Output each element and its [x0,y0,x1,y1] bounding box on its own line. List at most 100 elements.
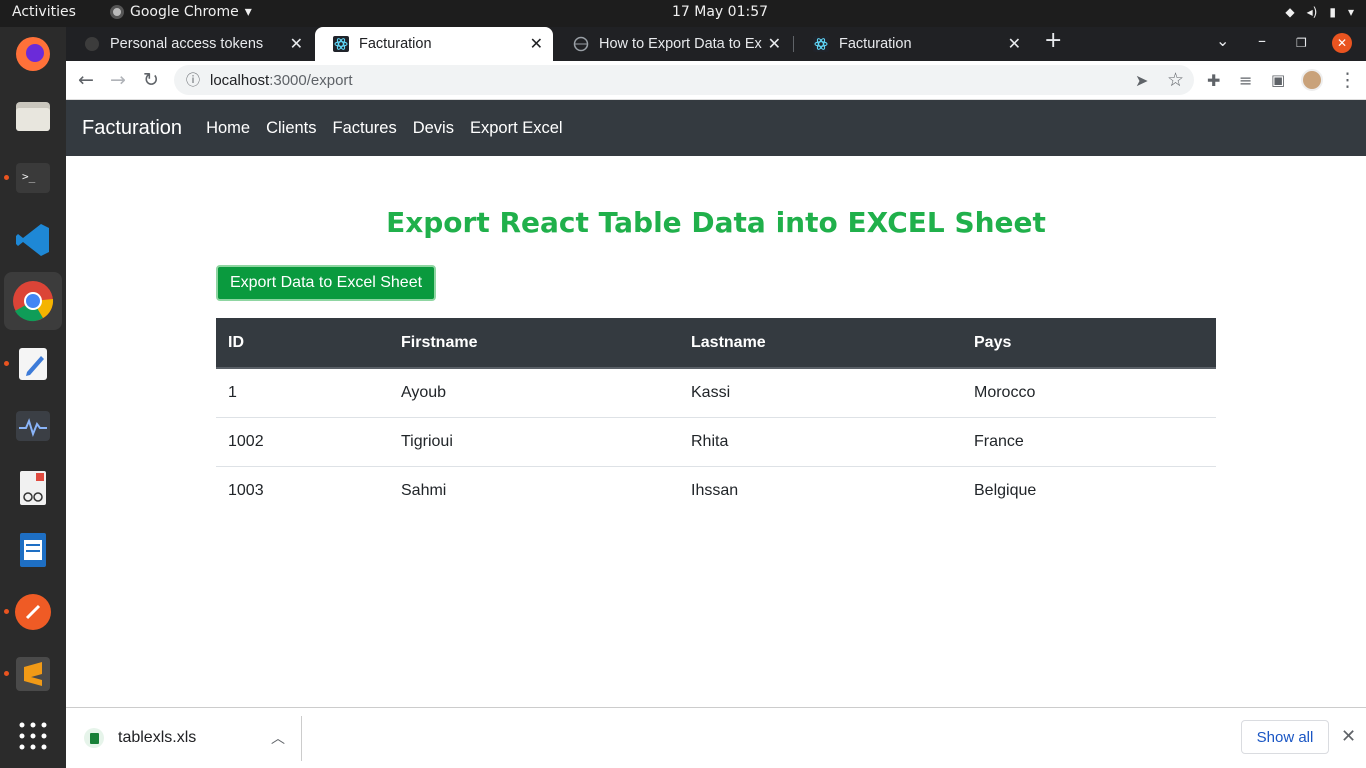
download-divider [301,716,302,761]
more-menu-icon[interactable]: ⋮ [1338,69,1357,91]
minimize-button[interactable]: – [1258,31,1266,50]
url-path: :3000/export [269,71,353,89]
close-icon[interactable]: ✕ [768,34,781,54]
cell-lastname: Kassi [679,368,962,418]
volume-icon: ◂) [1306,5,1318,19]
cell-lastname: Ihssan [691,481,739,499]
profile-avatar[interactable] [1301,69,1323,91]
forward-arrow-icon[interactable]: → [110,69,126,91]
navbar-brand[interactable]: Facturation [82,117,182,140]
tab-title: Facturation [839,36,912,52]
cell-firstname: Ayoub [389,368,679,418]
download-shelf: tablexls.xls ︿ Show all ✕ [66,707,1366,768]
app-menu-label: Google Chrome [130,4,239,20]
battery-icon: ▮ [1329,5,1336,19]
text-editor-icon[interactable] [10,341,56,387]
chevron-up-icon[interactable]: ︿ [271,728,285,748]
postman-icon[interactable] [10,589,56,635]
svg-text:>_: >_ [22,170,36,183]
cell-id: 1002 [216,417,389,467]
vscode-icon[interactable] [10,217,56,263]
column-header-lastname: Lastname [679,318,962,369]
tab-how-to-export[interactable]: How to Export Data to Ex ✕ [555,27,791,61]
tab-strip: Personal access tokens ✕ Facturation ✕ H… [66,27,1366,61]
nav-link-devis[interactable]: Devis [413,119,454,138]
spreadsheet-file-icon [84,728,104,748]
react-icon [333,36,349,52]
send-icon[interactable]: ➤ [1135,71,1148,90]
nav-link-home[interactable]: Home [206,119,250,138]
sublime-text-icon[interactable] [10,651,56,697]
close-icon[interactable]: ✕ [290,34,303,54]
cell-pays: France [962,417,1216,467]
nav-link-export-excel[interactable]: Export Excel [470,119,563,138]
table-row: 1002 Tigrioui Rhita France [216,417,1216,467]
cell-lastname: Rhita [679,417,962,467]
table-row: 1 Ayoub Kassi Morocco [216,368,1216,418]
system-tray[interactable]: ◆ ◂) ▮ ▾ [1285,5,1354,19]
media-queue-icon[interactable]: ≡ [1239,71,1252,90]
wifi-icon: ◆ [1285,5,1295,19]
tab-title: How to Export Data to Ex [599,36,762,52]
side-panel-icon[interactable]: ▣ [1271,71,1285,89]
tab-facturation[interactable]: Facturation ✕ [795,27,1031,61]
data-table: ID Firstname Lastname Pays 1 Ayoub Kassi… [216,318,1216,515]
terminal-icon[interactable]: >_ [10,155,56,201]
restore-button[interactable]: ❐ [1296,36,1307,50]
page-title: Export React Table Data into EXCEL Sheet [386,206,1046,239]
show-all-button[interactable]: Show all [1241,720,1329,754]
close-icon[interactable]: ✕ [530,34,543,54]
files-icon[interactable] [10,93,56,139]
new-tab-button[interactable]: + [1044,28,1062,53]
document-viewer-icon[interactable] [10,465,56,511]
url-host: localhost [210,71,270,89]
tab-separator [793,36,794,52]
app-navbar: Facturation Home Clients Factures Devis … [66,100,1366,156]
close-icon[interactable]: ✕ [1341,726,1356,747]
column-header-firstname: Firstname [389,318,679,369]
bookmark-star-icon[interactable]: ☆ [1167,69,1184,91]
github-icon [85,37,99,51]
cell-id: 1 [216,368,389,418]
table-header-row: ID Firstname Lastname Pays [216,318,1216,369]
tab-title: Facturation [359,36,432,52]
running-indicator [4,609,9,614]
show-apps-icon[interactable] [10,713,56,759]
app-menu[interactable]: Google Chrome ▾ [110,4,252,20]
chrome-icon [110,5,124,19]
running-indicator [4,671,9,676]
column-header-pays: Pays [962,318,1216,369]
system-top-bar: Activities Google Chrome ▾ 17 May 01:57 … [0,0,1366,27]
globe-icon [573,36,589,52]
libreoffice-writer-icon[interactable] [10,527,56,573]
nav-link-factures[interactable]: Factures [333,119,397,138]
tab-personal-access-tokens[interactable]: Personal access tokens ✕ [66,27,313,61]
export-excel-button[interactable]: Export Data to Excel Sheet [216,265,436,301]
tab-facturation-active[interactable]: Facturation ✕ [315,27,553,61]
address-bar[interactable]: ⓘ localhost:3000/export [174,65,1194,95]
react-icon [813,36,829,52]
clock[interactable]: 17 May 01:57 [672,4,768,20]
cell-pays: Belgique [974,481,1037,499]
info-icon[interactable]: ⓘ [186,70,200,90]
window-close-button[interactable]: ✕ [1332,33,1352,53]
system-monitor-icon[interactable] [10,403,56,449]
download-item[interactable]: tablexls.xls [84,728,196,748]
chrome-icon[interactable] [4,272,62,330]
reload-icon[interactable]: ↻ [143,69,159,91]
tab-search-chevron-icon[interactable]: ⌄ [1216,31,1229,50]
running-indicator [4,175,9,180]
tab-title: Personal access tokens [110,36,264,52]
browser-toolbar: ← → ↻ ⓘ localhost:3000/export ➤ ☆ ✚ ≡ ▣ … [66,61,1366,100]
back-arrow-icon[interactable]: ← [78,69,94,91]
cell-firstname: Sahmi [401,481,447,499]
running-indicator [4,361,9,366]
cell-pays: Morocco [962,368,1216,418]
close-icon[interactable]: ✕ [1008,34,1021,54]
activities-button[interactable]: Activities [12,4,76,20]
cell-id: 1003 [228,481,264,499]
extensions-puzzle-icon[interactable]: ✚ [1207,71,1220,90]
nav-link-clients[interactable]: Clients [266,119,316,138]
firefox-icon[interactable] [10,31,56,77]
cell-firstname: Tigrioui [389,417,679,467]
